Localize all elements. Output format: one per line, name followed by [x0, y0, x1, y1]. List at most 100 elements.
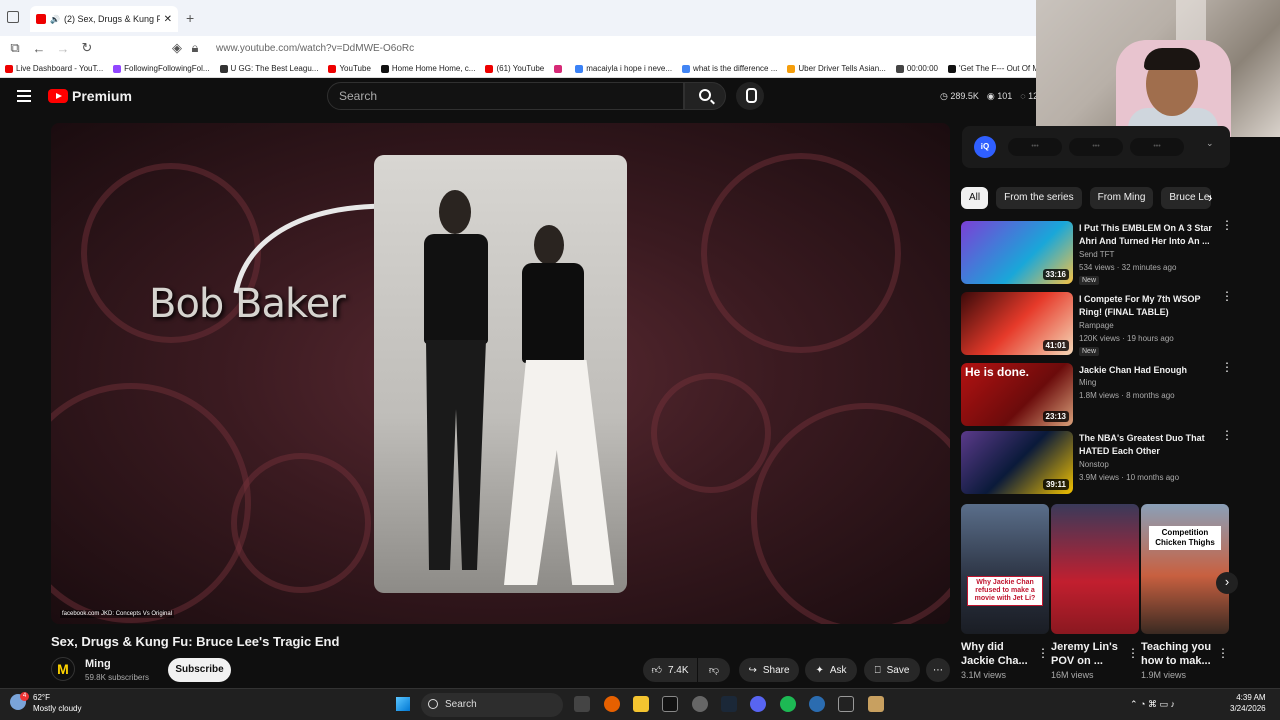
bookmark-item[interactable]: (61) YouTube [480, 64, 549, 73]
extension-logo-icon[interactable]: iQ [974, 136, 996, 158]
chip-bruce-lee[interactable]: Bruce Lee [1161, 187, 1212, 209]
bookmark-item[interactable]: what is the difference ... [677, 64, 782, 73]
video-title[interactable]: The NBA's Greatest Duo That HATED Each O… [1079, 432, 1215, 458]
x-app-icon[interactable] [662, 696, 678, 712]
bookmark-item[interactable]: 00:00:00 [891, 64, 943, 73]
taskbar-search[interactable]: Search [421, 693, 563, 717]
bookmark-item[interactable]: YouTube [323, 64, 375, 73]
more-actions-button[interactable]: ⋯ [926, 658, 950, 682]
app-icon[interactable] [809, 696, 825, 712]
app-icon[interactable] [838, 696, 854, 712]
video-thumbnail[interactable]: He is done. 23:13 [961, 363, 1073, 426]
new-tab-button[interactable]: + [186, 10, 194, 26]
discord-icon[interactable] [750, 696, 766, 712]
video-player[interactable]: Bob Baker facebook.com JKD: Concepts Vs … [51, 123, 950, 624]
voice-search-mic-icon[interactable] [736, 82, 764, 110]
short-title[interactable]: Teaching you how to mak... [1141, 640, 1215, 668]
like-button[interactable]: 👍︎ 7.4K [643, 658, 697, 682]
app-icon[interactable] [692, 696, 708, 712]
spotify-icon[interactable] [780, 696, 796, 712]
bookmark-item[interactable]: U GG: The Best Leagu... [215, 64, 324, 73]
more-vertical-icon[interactable]: ⋮ [1221, 290, 1233, 302]
recommended-video[interactable]: 33:16 I Put This EMBLEM On A 3 Star Ahri … [961, 219, 1251, 285]
browser-tab-active[interactable]: 🔊 (2) Sex, Drugs & Kung Fu: B ✕ [30, 6, 178, 32]
chip-from-series[interactable]: From the series [996, 187, 1082, 209]
tab-actions-icon[interactable]: ⧉ [6, 40, 24, 56]
more-vertical-icon[interactable]: ⋮ [1217, 646, 1229, 660]
sidebar-toggle-icon[interactable] [7, 11, 19, 23]
url-field[interactable]: www.youtube.com/watch?v=DdMWE-O6oRc [216, 43, 414, 54]
close-tab-icon[interactable]: ✕ [164, 14, 172, 25]
shorts-next-icon[interactable]: › [1216, 572, 1238, 594]
short-card[interactable]: Jeremy Lin's POV on ... 16M views ⋮ [1051, 504, 1139, 680]
bookmark-item[interactable]: Home Home Home, c... [376, 64, 481, 73]
bookmark-item[interactable]: 'Get The F--- Out Of M... [943, 64, 1051, 73]
short-title[interactable]: Jeremy Lin's POV on ... [1051, 640, 1125, 668]
forward-icon[interactable]: → [54, 41, 72, 56]
video-thumbnail[interactable]: 39:11 [961, 431, 1073, 494]
chevron-down-icon[interactable]: ⌄ [1206, 138, 1214, 149]
extension-tab[interactable]: ••• [1130, 138, 1184, 156]
video-duration: 33:16 [1042, 269, 1069, 280]
video-title[interactable]: Jackie Chan Had Enough [1079, 364, 1215, 377]
menu-icon[interactable] [17, 90, 31, 102]
bookmark-favicon-icon [380, 64, 389, 73]
tracking-shield-icon[interactable]: ◈ [168, 40, 186, 56]
task-view-icon[interactable] [574, 696, 590, 712]
channel-avatar[interactable]: M [51, 657, 75, 681]
more-vertical-icon[interactable]: ⋮ [1221, 429, 1233, 441]
bookmark-item[interactable] [549, 64, 570, 73]
recommended-video[interactable]: 39:11 The NBA's Greatest Duo That HATED E… [961, 429, 1251, 495]
video-channel[interactable]: Nonstop [1079, 460, 1109, 469]
video-title[interactable]: I Put This EMBLEM On A 3 Star Ahri And T… [1079, 222, 1215, 248]
short-title[interactable]: Why did Jackie Cha... [961, 640, 1035, 668]
chips-next-icon[interactable]: › [1208, 190, 1212, 205]
dislike-button[interactable]: 👎︎ [698, 658, 730, 682]
youtube-premium-logo[interactable]: Premium [48, 88, 132, 104]
video-channel[interactable]: Rampage [1079, 321, 1114, 330]
firefox-icon[interactable] [604, 696, 620, 712]
steam-icon[interactable] [721, 696, 737, 712]
bookmark-item[interactable]: Uber Driver Tells Asian... [782, 64, 890, 73]
short-thumbnail[interactable]: Why Jackie Chan refused to make a movie … [961, 504, 1049, 634]
bookmark-item[interactable]: FollowingFollowingFol... [108, 64, 214, 73]
video-title[interactable]: I Compete For My 7th WSOP Ring! (FINAL T… [1079, 293, 1215, 319]
search-input[interactable]: Search [327, 82, 684, 110]
more-vertical-icon[interactable]: ⋮ [1037, 646, 1049, 660]
more-vertical-icon[interactable]: ⋮ [1221, 361, 1233, 373]
short-thumbnail[interactable] [1051, 504, 1139, 634]
video-channel[interactable]: Ming [1079, 378, 1096, 387]
more-vertical-icon[interactable]: ⋮ [1221, 219, 1233, 231]
recommended-video[interactable]: 41:01 I Compete For My 7th WSOP Ring! (FI… [961, 290, 1251, 356]
bookmark-item[interactable]: macaiyla i hope i neve... [570, 64, 677, 73]
short-card[interactable]: Why Jackie Chan refused to make a movie … [961, 504, 1049, 680]
stat-eye: ◉ 101 [986, 91, 1013, 101]
chip-from-ming[interactable]: From Ming [1089, 187, 1154, 209]
save-button[interactable]: ⎕ Save [864, 658, 920, 682]
app-icon[interactable] [868, 696, 884, 712]
video-thumbnail[interactable]: 41:01 [961, 292, 1073, 355]
back-icon[interactable]: ← [30, 41, 48, 56]
video-channel[interactable]: Send TFT [1079, 250, 1114, 259]
lock-icon[interactable]: 🔒︎ [186, 40, 204, 56]
speaker-icon[interactable]: 🔊 [50, 15, 60, 24]
file-explorer-icon[interactable] [633, 696, 649, 712]
search-button[interactable] [684, 82, 726, 110]
recommended-video[interactable]: He is done. 23:13 Jackie Chan Had Enough Mi… [961, 361, 1251, 427]
short-thumbnail[interactable]: Competition Chicken Thighs [1141, 504, 1229, 634]
channel-name[interactable]: Ming [85, 658, 111, 670]
more-vertical-icon[interactable]: ⋮ [1127, 646, 1139, 660]
extension-tab[interactable]: ••• [1069, 138, 1123, 156]
windows-start-icon[interactable] [396, 697, 410, 711]
video-thumbnail[interactable]: 33:16 [961, 221, 1073, 284]
chip-all[interactable]: All [961, 187, 989, 209]
clock[interactable]: 4:39 AM 3/24/2026 [1230, 692, 1266, 714]
system-tray[interactable]: ⌃ ◔ ⌘ ▭ ♪ [1130, 699, 1175, 710]
short-card[interactable]: Competition Chicken Thighs Teaching you h… [1141, 504, 1229, 680]
reload-icon[interactable]: ↻ [78, 40, 96, 56]
bookmark-item[interactable]: Live Dashboard - YouT... [0, 64, 108, 73]
subscribe-button[interactable]: Subscribe [168, 658, 231, 682]
share-button[interactable]: ↪ Share [739, 658, 799, 682]
extension-tab[interactable]: ••• [1008, 138, 1062, 156]
ask-button[interactable]: ✦ Ask [805, 658, 857, 682]
